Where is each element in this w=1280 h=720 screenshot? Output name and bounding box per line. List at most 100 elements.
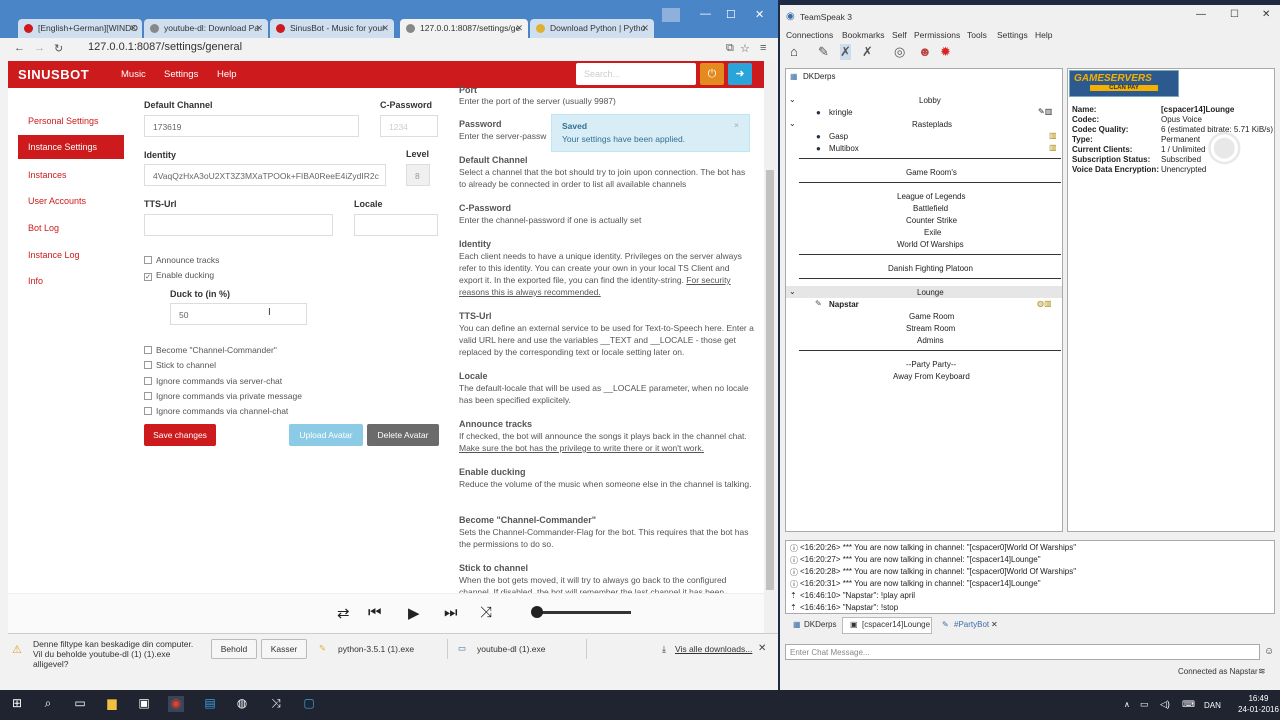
discard-button[interactable]: Kasser	[261, 639, 307, 659]
chat-tab-private[interactable]: #PartyBot	[954, 620, 989, 629]
ignore-server-chat-checkbox[interactable]: Ignore commands via server-chat	[144, 376, 282, 386]
nav-help[interactable]: Help	[217, 69, 237, 80]
progress-knob[interactable]	[531, 606, 543, 618]
channel-rasteplads[interactable]: Rasteplads	[912, 120, 952, 129]
progress-track[interactable]	[532, 611, 631, 614]
channel-lol[interactable]: League of Legends	[897, 192, 966, 201]
browser-tab-3[interactable]: SinusBot - Music for your ✕	[270, 19, 394, 38]
client-gasp[interactable]: Gasp	[829, 132, 848, 141]
ignite-icon[interactable]: ✹	[940, 44, 951, 60]
sinusbot-logo[interactable]: SINUSBOT	[18, 67, 89, 82]
app-window-icon[interactable]: ▢	[301, 696, 317, 712]
sidebar-instance-log[interactable]: Instance Log	[28, 250, 80, 260]
language-indicator[interactable]: DAN	[1204, 701, 1221, 710]
browser-tab-1[interactable]: [English+German][WINDO ✕	[18, 19, 142, 38]
channel-counter-strike[interactable]: Counter Strike	[906, 216, 957, 225]
stick-to-channel-checkbox[interactable]: Stick to channel	[144, 360, 216, 370]
repeat-icon[interactable]: ⇄	[337, 604, 350, 622]
locale-input[interactable]	[354, 214, 438, 236]
browser-tab-5[interactable]: Download Python | Pytho ✕	[530, 19, 654, 38]
delete-avatar-button[interactable]: Delete Avatar	[367, 424, 439, 446]
menu-settings[interactable]: Settings	[997, 30, 1028, 40]
ignore-channel-chat-checkbox[interactable]: Ignore commands via channel-chat	[144, 406, 288, 416]
show-all-downloads-link[interactable]: Vis alle downloads...	[675, 644, 752, 654]
client-kringle[interactable]: kringle	[829, 108, 853, 117]
previous-icon[interactable]: ⏮	[368, 604, 382, 621]
channel-game-rooms[interactable]: Game Room's	[906, 168, 957, 177]
sidebar-instances[interactable]: Instances	[28, 170, 67, 180]
search-icon[interactable]: ⌕	[40, 696, 56, 712]
channel-battlefield[interactable]: Battlefield	[913, 204, 948, 213]
photoshop-icon[interactable]: ▤	[202, 696, 218, 712]
back-icon[interactable]: ←	[14, 42, 25, 54]
browser-tab-2[interactable]: youtube-dl: Download Pa ✕	[144, 19, 268, 38]
chat-tab-server[interactable]: DKDerps	[804, 620, 836, 629]
power-icon[interactable]: ⏻	[700, 63, 724, 85]
clock[interactable]: 16:49 24-01-2016	[1238, 693, 1279, 715]
close-window-icon[interactable]: ✕	[1262, 9, 1270, 20]
upload-avatar-button[interactable]: Upload Avatar	[289, 424, 363, 446]
connect-icon[interactable]: ⌂	[790, 44, 798, 59]
tts-url-input[interactable]	[144, 214, 333, 236]
windows-start-icon[interactable]: ⊞	[9, 696, 25, 712]
new-tab-button[interactable]	[662, 8, 680, 22]
sidebar-bot-log[interactable]: Bot Log	[28, 223, 59, 233]
channel-lounge[interactable]: Lounge	[917, 288, 944, 297]
client-napstar[interactable]: Napstar	[829, 300, 859, 309]
menu-help[interactable]: Help	[1035, 30, 1052, 40]
enable-ducking-checkbox[interactable]: ✓ Enable ducking	[144, 270, 214, 281]
close-icon[interactable]: ✕	[641, 23, 649, 34]
app-icon[interactable]: ⤨	[268, 696, 284, 712]
minimize-icon[interactable]: —	[1196, 9, 1206, 20]
maximize-icon[interactable]: ☐	[1230, 9, 1239, 20]
play-icon[interactable]: ▶	[408, 604, 420, 622]
channel-wow[interactable]: World Of Warships	[897, 240, 964, 249]
close-icon[interactable]: ✕	[758, 643, 766, 654]
star-icon[interactable]: ☆	[740, 42, 750, 55]
forward-icon[interactable]: →	[34, 42, 45, 54]
contacts-icon[interactable]: ☻	[918, 44, 932, 59]
duck-to-input[interactable]: 50	[170, 303, 307, 325]
close-icon[interactable]: ✕	[991, 620, 998, 629]
browser-tab-4[interactable]: 127.0.0.1:8087/settings/ge ✕	[400, 19, 528, 39]
task-view-icon[interactable]: ▭	[72, 696, 88, 712]
channel-game-room[interactable]: Game Room	[909, 312, 954, 321]
nav-music[interactable]: Music	[121, 69, 146, 80]
nav-settings[interactable]: Settings	[164, 69, 198, 80]
chevron-down-icon[interactable]: ⌄	[789, 119, 796, 128]
sidebar-personal-settings[interactable]: Personal Settings	[28, 116, 99, 126]
menu-icon[interactable]: ≡	[760, 42, 766, 54]
network-icon[interactable]: ▭	[1140, 699, 1149, 710]
help-announce-link[interactable]: Make sure the bot has the privilege to w…	[459, 443, 704, 453]
close-icon[interactable]: ✕	[129, 23, 137, 34]
store-icon[interactable]: ▣	[136, 696, 152, 712]
channel-exile[interactable]: Exile	[924, 228, 941, 237]
file-explorer-icon[interactable]: ▆	[104, 696, 120, 712]
save-button[interactable]: Save changes	[144, 424, 216, 446]
ime-icon[interactable]: ⌨	[1182, 699, 1195, 710]
shuffle-icon[interactable]: ⤨	[480, 604, 492, 621]
gameservers-banner[interactable]: GAMESERVERS CLAN PAY	[1069, 70, 1179, 97]
cpassword-input[interactable]: 1234	[380, 115, 438, 137]
volume-icon[interactable]: ◁)	[1160, 699, 1170, 710]
chevron-up-icon[interactable]: ∧	[1124, 700, 1130, 709]
whisper-icon[interactable]: ◎	[894, 44, 905, 60]
reload-icon[interactable]: ↻	[54, 42, 63, 55]
logout-icon[interactable]: ➜	[728, 63, 752, 85]
chat-tab-channel[interactable]: [cspacer14]Lounge	[862, 620, 930, 629]
channel-party[interactable]: --Party Party--	[906, 360, 956, 369]
mute-mic-icon[interactable]: ✗	[840, 44, 851, 60]
keep-button[interactable]: Behold	[211, 639, 257, 659]
menu-bookmarks[interactable]: Bookmarks	[842, 30, 885, 40]
next-icon[interactable]: ⏭	[444, 604, 458, 621]
channel-afk[interactable]: Away From Keyboard	[893, 372, 970, 381]
close-icon[interactable]: ✕	[255, 23, 263, 34]
channel-lobby[interactable]: Lobby	[919, 96, 941, 105]
client-multibox[interactable]: Multibox	[829, 144, 859, 153]
emoji-icon[interactable]: ☺	[1264, 646, 1274, 657]
teamspeak-icon[interactable]: ◍	[234, 696, 250, 712]
chat-input[interactable]: Enter Chat Message...	[785, 644, 1260, 660]
close-icon[interactable]: ×	[734, 120, 739, 130]
channel-admins[interactable]: Admins	[917, 336, 944, 345]
download-item-youtube-dl[interactable]: youtube-dl (1).exe ▭	[455, 639, 587, 659]
